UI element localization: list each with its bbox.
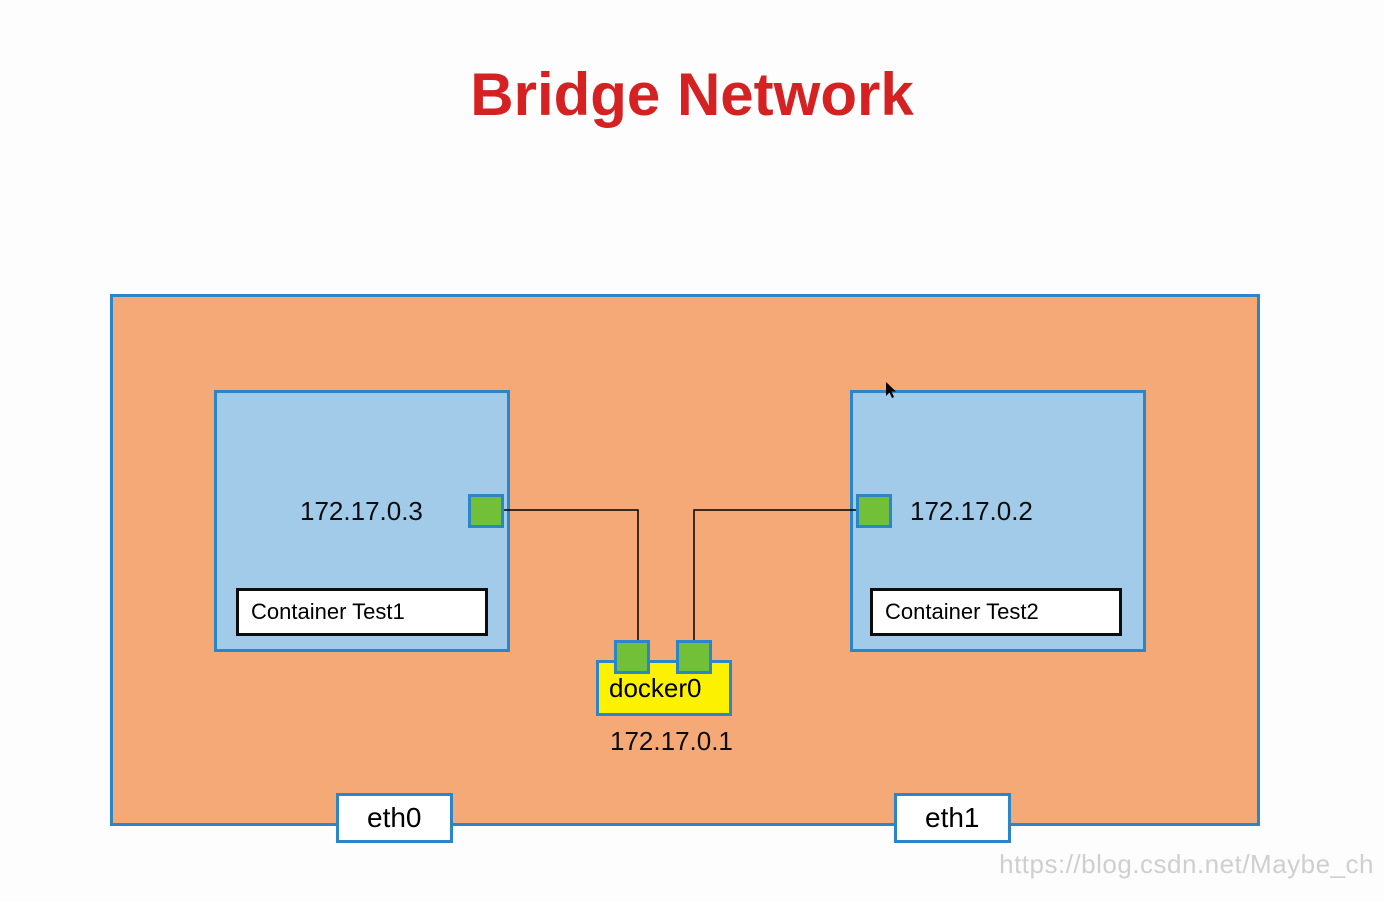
container-1-ip: 172.17.0.3	[300, 496, 423, 527]
veth-port-docker0-right	[676, 640, 712, 674]
watermark-text: https://blog.csdn.net/Maybe_ch	[999, 849, 1374, 880]
veth-port-docker0-left	[614, 640, 650, 674]
container-2-ip: 172.17.0.2	[910, 496, 1033, 527]
container-1-label: Container Test1	[236, 588, 488, 636]
container-2-label: Container Test2	[870, 588, 1122, 636]
diagram-title: Bridge Network	[0, 60, 1384, 129]
cursor-icon	[886, 382, 898, 403]
veth-port-container-2	[856, 494, 892, 528]
docker0-ip: 172.17.0.1	[610, 726, 733, 757]
veth-port-container-1	[468, 494, 504, 528]
eth0-interface: eth0	[336, 793, 453, 843]
eth1-interface: eth1	[894, 793, 1011, 843]
